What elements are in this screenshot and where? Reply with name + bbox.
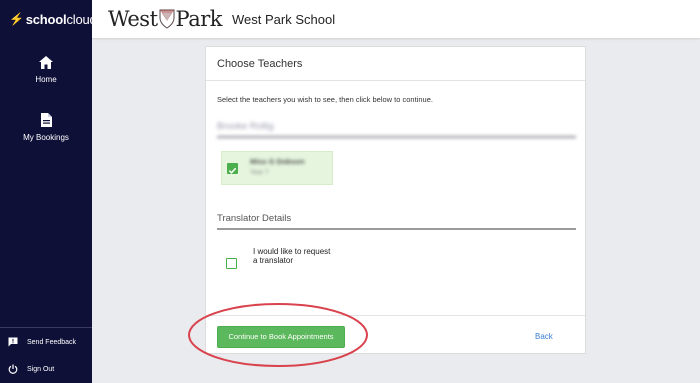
back-link[interactable]: Back xyxy=(535,332,553,341)
top-bar: West Park West Park School xyxy=(92,0,700,38)
power-icon xyxy=(8,364,18,374)
continue-button[interactable]: Continue to Book Appointments xyxy=(217,326,345,348)
sidebar-divider xyxy=(0,327,92,328)
teacher-subject: Year 7 xyxy=(250,169,269,176)
check-icon xyxy=(228,167,237,174)
crest-icon xyxy=(159,9,175,29)
teacher-option[interactable]: Miss G Dobson Year 7 xyxy=(221,151,333,185)
send-feedback-link[interactable]: Send Feedback xyxy=(8,337,76,347)
child-section-heading: Brooke Rollig xyxy=(217,121,576,138)
translator-checkbox[interactable] xyxy=(226,258,237,269)
instruction-text: Select the teachers you wish to see, the… xyxy=(217,95,433,104)
nav-my-bookings-label: My Bookings xyxy=(23,133,69,142)
translator-option[interactable]: I would like to request a translator xyxy=(226,247,346,283)
sign-out-link[interactable]: Sign Out xyxy=(8,364,54,374)
document-icon xyxy=(40,113,52,127)
choose-teachers-card: Choose Teachers Select the teachers you … xyxy=(205,46,586,354)
schoolcloud-logo[interactable]: ⚡ school cloud xyxy=(0,0,97,38)
card-title: Choose Teachers xyxy=(206,47,585,81)
send-feedback-label: Send Feedback xyxy=(27,338,77,346)
west-park-logo: West Park xyxy=(108,7,223,31)
sign-out-label: Sign Out xyxy=(27,365,55,373)
nav-home-label: Home xyxy=(35,75,57,84)
logo-text-right: Park xyxy=(175,7,223,31)
nav-home[interactable]: Home xyxy=(0,55,92,84)
logo-text-left: West xyxy=(108,7,158,31)
translator-label: I would like to request a translator xyxy=(253,247,331,266)
sidebar: ⚡ school cloud Home My Bookings Send Feed… xyxy=(0,0,97,383)
bolt-icon: ⚡ xyxy=(9,12,24,26)
card-footer-divider xyxy=(206,315,585,316)
home-icon xyxy=(39,56,53,69)
nav-my-bookings[interactable]: My Bookings xyxy=(0,112,92,142)
teacher-name: Miss G Dobson xyxy=(250,157,305,166)
school-name: West Park School xyxy=(232,11,336,27)
brand-school: school xyxy=(25,11,67,27)
teacher-checkbox[interactable] xyxy=(227,163,238,174)
feedback-icon xyxy=(8,337,18,347)
translator-section-heading: Translator Details xyxy=(217,213,576,230)
